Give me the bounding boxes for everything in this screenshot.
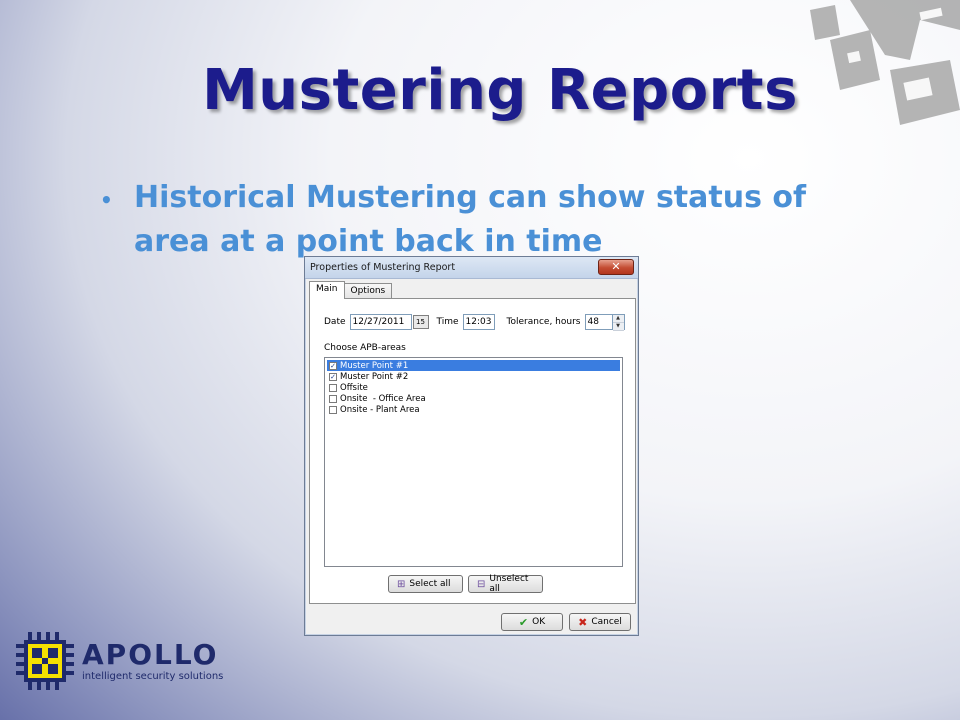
tab-panel-main: Date 12/27/2011 15 Time 12:03 Tolerance,… xyxy=(309,298,636,604)
bullet-point: • Historical Mustering can show status o… xyxy=(100,176,880,264)
time-label: Time xyxy=(436,317,459,327)
area-label: Onsite - Office Area xyxy=(340,393,426,404)
unselect-all-label: Unselect all xyxy=(489,574,529,594)
apollo-chip-logo-icon xyxy=(16,632,74,690)
checkbox-checked[interactable]: ✓ xyxy=(329,361,337,370)
list-item[interactable]: Offsite xyxy=(327,382,620,393)
checkbox-checked[interactable]: ✓ xyxy=(329,372,337,381)
logo-name: APOLLO xyxy=(82,638,219,671)
tab-main[interactable]: Main xyxy=(309,281,345,299)
area-label: Muster Point #1 xyxy=(340,360,409,371)
area-label: Onsite - Plant Area xyxy=(340,404,420,415)
tab-strip: Main Options xyxy=(309,281,393,299)
list-item[interactable]: Onsite - Plant Area xyxy=(327,404,620,415)
close-button[interactable]: ✕ xyxy=(598,258,634,275)
checkbox-unchecked[interactable] xyxy=(329,383,337,392)
spin-up-icon[interactable]: ▲ xyxy=(612,315,624,323)
apollo-logo: APOLLO intelligent security solutions xyxy=(16,632,223,690)
ok-label: OK xyxy=(532,617,546,627)
tolerance-field[interactable]: 48 xyxy=(584,314,613,330)
tolerance-label: Tolerance, hours xyxy=(506,317,581,327)
close-icon: ✕ xyxy=(611,259,621,273)
dialog-buttons: ✔ OK ✖ Cancel xyxy=(501,613,631,631)
checkmark-icon: ✔ xyxy=(518,615,529,629)
dialog-titlebar[interactable]: Properties of Mustering Report ✕ xyxy=(305,257,638,279)
date-label: Date xyxy=(324,317,346,327)
tree-select-icon: ⊞ xyxy=(397,578,406,590)
choose-areas-label: Choose APB-areas xyxy=(324,343,406,353)
bullet-text: Historical Mustering can show status of … xyxy=(134,180,807,259)
slide-title: Mustering Reports xyxy=(202,58,798,123)
calendar-icon[interactable]: 15 xyxy=(412,315,429,329)
checkbox-unchecked[interactable] xyxy=(329,405,337,414)
logo-tagline: intelligent security solutions xyxy=(82,671,224,682)
cancel-label: Cancel xyxy=(591,617,622,627)
tab-options[interactable]: Options xyxy=(343,283,393,299)
area-label: Muster Point #2 xyxy=(340,371,409,382)
checkbox-unchecked[interactable] xyxy=(329,394,337,403)
select-all-label: Select all xyxy=(409,579,451,589)
unselect-all-button[interactable]: ⊟ Unselect all xyxy=(468,574,543,594)
list-item[interactable]: Onsite - Office Area xyxy=(327,393,620,404)
apb-areas-list[interactable]: ✓ Muster Point #1 ✓ Muster Point #2 Offs… xyxy=(324,357,623,567)
date-time-row: Date 12/27/2011 15 Time 12:03 Tolerance,… xyxy=(324,314,625,331)
date-field[interactable]: 12/27/2011 xyxy=(349,314,412,330)
tolerance-spinner[interactable]: ▲ ▼ xyxy=(612,314,625,331)
time-field[interactable]: 12:03 xyxy=(462,314,495,330)
select-all-button[interactable]: ⊞ Select all xyxy=(388,575,463,593)
list-item[interactable]: ✓ Muster Point #1 xyxy=(327,360,620,371)
dialog-title: Properties of Mustering Report xyxy=(310,262,456,273)
cancel-x-icon: ✖ xyxy=(578,615,588,629)
cancel-button[interactable]: ✖ Cancel xyxy=(569,613,631,631)
tree-unselect-icon: ⊟ xyxy=(477,578,486,590)
selection-buttons: ⊞ Select all ⊟ Unselect all xyxy=(388,574,543,594)
mustering-report-dialog: Properties of Mustering Report ✕ Main Op… xyxy=(304,256,639,636)
bullet-dot: • xyxy=(100,188,113,212)
logo-text: APOLLO intelligent security solutions xyxy=(82,638,224,683)
list-item[interactable]: ✓ Muster Point #2 xyxy=(327,371,620,382)
spin-down-icon[interactable]: ▼ xyxy=(612,323,624,331)
ok-button[interactable]: ✔ OK xyxy=(501,613,563,631)
area-label: Offsite xyxy=(340,382,368,393)
